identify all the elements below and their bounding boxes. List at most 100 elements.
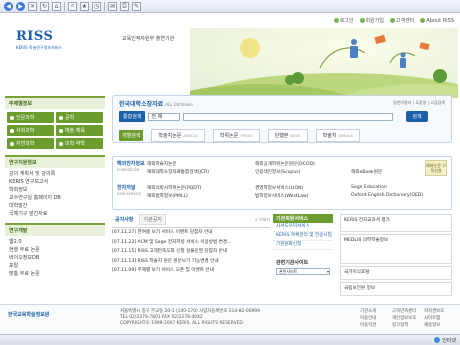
- search-input[interactable]: [183, 112, 394, 121]
- subject-button[interactable]: 인문과학: [7, 112, 54, 123]
- footer-link[interactable]: 이용약관: [360, 322, 392, 328]
- zone-label: 인터넷: [442, 337, 456, 344]
- search-button[interactable]: 검색: [406, 111, 428, 122]
- banner[interactable]: 국가지식포털: [340, 266, 452, 280]
- notice-item[interactable]: [07.11.13] RISS 학술지 원문 원문보기 기능변경 안내: [112, 257, 270, 267]
- member-services-panel: 기관회원서비스 사서도우미서비스 KERIS 목록관리 및 전송시업 기관원화신…: [273, 214, 333, 300]
- footer-link[interactable]: 개인정보보호: [392, 315, 424, 321]
- subject-label: 의학·약학: [65, 141, 85, 147]
- notice-item[interactable]: [07.11.09] 주제별 보기 서비스 오픈 및 이벤트 안내: [112, 266, 270, 276]
- subject-button[interactable]: 의학·약학: [56, 138, 103, 149]
- foreign-label-sub: NEW SERVICE: [117, 192, 142, 196]
- subject-button[interactable]: 사회과학: [7, 125, 54, 136]
- util-label: About RISS: [426, 17, 454, 24]
- subject-label: 자연과학: [16, 141, 35, 147]
- subject-button[interactable]: 예술·체육: [56, 125, 103, 136]
- footer-link[interactable]: 채용정보: [424, 322, 456, 328]
- favorites-icon[interactable]: ★: [80, 1, 89, 11]
- member-service-link[interactable]: 기관원화신청: [273, 241, 333, 250]
- search-categories: 개별검색 학술지논문 ARTICLE 학위논문 THESIS 단행본 BOOK 학술지…: [119, 129, 360, 142]
- sidebar-link[interactable]: 포탈: [9, 262, 101, 270]
- research-list: 강의 계획서 및 강의록 KERIS 연구보고서 학회정보 교수연구실 홈페이지…: [5, 168, 105, 220]
- sidebar-link[interactable]: 국제기구 발간자료: [9, 210, 101, 218]
- subject-button[interactable]: 자연과학: [7, 138, 54, 149]
- bullet-icon: [359, 18, 365, 23]
- related-sites-select[interactable]: 관련사이트 ▾: [276, 268, 330, 275]
- footer-link[interactable]: 이용안내: [360, 315, 392, 321]
- category-book[interactable]: 단행본 BOOK: [267, 129, 308, 142]
- notice-item[interactable]: [07.11.23] ACM 및 Sage 전자저널 서비스 이용방법 변경..…: [112, 238, 270, 248]
- util-join[interactable]: 회원가입: [359, 17, 384, 24]
- sidebar-link[interactable]: 강의 계획서 및 강의록: [9, 170, 101, 178]
- sidebar-link[interactable]: 학회정보: [9, 186, 101, 194]
- bullet-icon: [59, 115, 63, 120]
- cat-sub: THESIS: [240, 133, 253, 138]
- footer-link[interactable]: 기관소개: [360, 308, 392, 314]
- mail-icon[interactable]: ✉: [108, 1, 117, 11]
- category-article[interactable]: 학술지논문 ARTICLE: [151, 129, 205, 142]
- foreign-link[interactable]: Oxford English Dictionary(OED): [351, 193, 447, 199]
- bullet-icon: [59, 128, 63, 133]
- foreign-label: 전자저널 NEW SERVICE: [117, 185, 147, 199]
- sidebar-link[interactable]: 웹2.0: [9, 238, 101, 246]
- home-icon[interactable]: ⌂: [52, 1, 61, 11]
- util-about[interactable]: About RISS: [420, 18, 454, 24]
- search-scope-select[interactable]: 전 체: [148, 112, 181, 121]
- sidebar-link[interactable]: 현행 무료 논문: [9, 246, 101, 254]
- edit-icon[interactable]: ✎: [132, 1, 141, 11]
- banner[interactable]: MEDLIS 의학학술정보: [340, 234, 452, 264]
- subject-button[interactable]: 공학: [56, 112, 103, 123]
- category-thesis[interactable]: 학위논문 THESIS: [212, 129, 260, 142]
- foreign-link[interactable]: Sage Education: [351, 185, 447, 191]
- foreign-link[interactable]: 해외대학소장자료통합검색(JCR): [147, 169, 255, 175]
- cat-label: 학술지: [322, 133, 337, 139]
- forward-icon[interactable]: ▶: [16, 1, 25, 11]
- refresh-icon[interactable]: ↻: [40, 1, 49, 11]
- sidebar-link[interactable]: 교수연구실 홈페이지 DB: [9, 194, 101, 202]
- sidebar-link[interactable]: 맞춤 무료 논문: [9, 270, 101, 278]
- sidebar-link[interactable]: KERIS 연구보고서: [9, 178, 101, 186]
- banner-column: KERIS 전자교과서 평가 MEDLIS 의학학술정보 국가지식포털 국립보건…: [340, 214, 452, 300]
- select-value: 관련사이트: [279, 268, 298, 274]
- banner[interactable]: 국립보건원 정보: [340, 282, 452, 296]
- notice-item[interactable]: [07.11.27] 한여름 보기 서비스 이벤트 당첨자 안내: [112, 228, 270, 238]
- tab-notice[interactable]: 공지사항: [112, 215, 136, 224]
- search-icon[interactable]: ⌕: [68, 1, 77, 11]
- footer-link[interactable]: 고객만족센터: [392, 308, 424, 314]
- notice-item[interactable]: [07.11.15] RISS 고객만족도와 신청 실물운영 당첨자 안내: [112, 247, 270, 257]
- foreign-link[interactable]: 경영학정보서비스(LION): [255, 185, 351, 191]
- logo-mark: RISS: [16, 29, 54, 44]
- site-logo[interactable]: RISS KERIS 학술연구정보서비스: [16, 29, 74, 53]
- notice-tabs: 공지사항 기관공지 + 더보기: [112, 214, 270, 228]
- back-icon[interactable]: ◀: [4, 1, 13, 11]
- bullet-icon: [10, 141, 14, 146]
- foreign-link[interactable]: 해외공개학위논문원문(OCOD): [255, 161, 351, 167]
- search-tab[interactable]: 통합검색: [119, 111, 146, 122]
- search-links[interactable]: 일반이용자 | 도움말 | 고급검색: [393, 100, 445, 106]
- foreign-link[interactable]: 해외학술지논문: [147, 161, 255, 167]
- more-link[interactable]: + 더보기: [254, 217, 270, 223]
- util-support[interactable]: 고객센터: [389, 17, 415, 24]
- util-login[interactable]: 로그인: [333, 17, 354, 24]
- category-serials[interactable]: 학술지 SERIALS: [315, 129, 360, 142]
- util-label: 고객센터: [395, 18, 415, 24]
- foreign-link[interactable]: 해외석박사학위논문(PQDT): [147, 185, 255, 191]
- footer-link[interactable]: 저작권보호: [424, 308, 456, 314]
- foreign-link[interactable]: 법학정보서비스(WestLaw): [255, 193, 351, 199]
- foreign-link[interactable]: 인용색인정보(Scopus): [255, 169, 351, 175]
- sidebar-link[interactable]: 대학발간: [9, 202, 101, 210]
- foreign-links: 해외석박사학위논문(PQDT) 경영학정보서비스(LION) Sage Educ…: [147, 185, 447, 199]
- foreign-link[interactable]: 해외법학정보(PMLL): [147, 193, 255, 199]
- history-icon[interactable]: ◷: [92, 1, 101, 11]
- banner[interactable]: KERIS 전자교과서 평가: [340, 214, 452, 232]
- trial-subscription-button[interactable]: 해외논문 구독신청: [425, 160, 447, 176]
- member-service-link[interactable]: 사서도우미서비스: [273, 223, 333, 232]
- subject-label: 사회과학: [16, 128, 35, 134]
- tab-institution[interactable]: 기관공지: [139, 214, 166, 225]
- stop-icon[interactable]: ✕: [28, 1, 37, 11]
- sidebar-link[interactable]: 바이오정보DB: [9, 254, 101, 262]
- footer-link[interactable]: 링크정책: [392, 322, 424, 328]
- print-icon[interactable]: ⎙: [120, 1, 129, 11]
- member-service-link[interactable]: KERIS 목록관리 및 전송시업: [273, 232, 333, 241]
- footer-link[interactable]: 사이트맵: [424, 315, 456, 321]
